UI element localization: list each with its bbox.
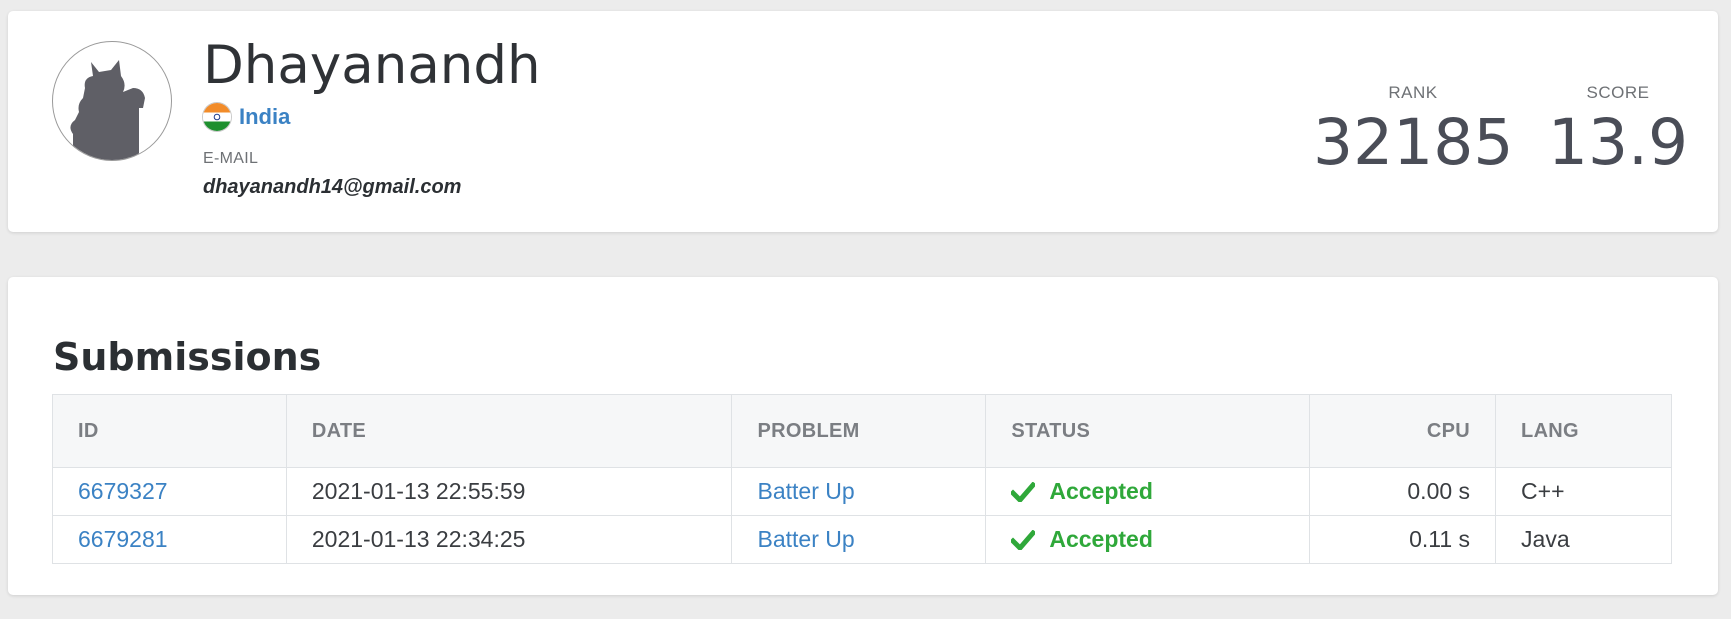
status-text: Accepted bbox=[1049, 478, 1153, 504]
email-value: dhayanandh14@gmail.com bbox=[203, 176, 462, 198]
checkmark-icon bbox=[1011, 529, 1036, 550]
column-header-problem[interactable]: PROBLEM bbox=[731, 394, 987, 468]
column-header-id[interactable]: ID bbox=[52, 394, 287, 468]
cat-silhouette-icon bbox=[70, 60, 145, 160]
cell-problem: Batter Up bbox=[731, 515, 987, 564]
submission-id-link[interactable]: 6679281 bbox=[78, 526, 168, 552]
checkmark-icon bbox=[1011, 481, 1036, 502]
cell-id: 6679281 bbox=[52, 515, 287, 564]
cell-date: 2021-01-13 22:34:25 bbox=[286, 515, 733, 564]
submissions-title: Submissions bbox=[53, 335, 322, 379]
profile-card: Dhayanandh India E-MAIL dhayanandh14@gma… bbox=[8, 11, 1718, 232]
cell-status: Accepted bbox=[985, 515, 1311, 564]
problem-link[interactable]: Batter Up bbox=[757, 526, 854, 552]
country-link[interactable]: India bbox=[239, 104, 290, 130]
submissions-card: Submissions ID DATE PROBLEM STATUS CPU L… bbox=[8, 277, 1718, 595]
problem-link[interactable]: Batter Up bbox=[757, 478, 854, 504]
rank-stat: RANK 32185 bbox=[1313, 83, 1513, 174]
cell-cpu: 0.00 s bbox=[1309, 467, 1497, 516]
score-label: SCORE bbox=[1586, 83, 1650, 102]
table-header-row: ID DATE PROBLEM STATUS CPU LANG bbox=[52, 394, 1672, 468]
status-badge: Accepted bbox=[1011, 526, 1284, 553]
column-header-status[interactable]: STATUS bbox=[985, 394, 1311, 468]
profile-name: Dhayanandh bbox=[203, 35, 541, 96]
cell-problem: Batter Up bbox=[731, 467, 987, 516]
column-header-cpu[interactable]: CPU bbox=[1309, 394, 1497, 468]
score-value: 13.9 bbox=[1547, 106, 1689, 179]
cell-lang: C++ bbox=[1495, 467, 1672, 516]
cell-date: 2021-01-13 22:55:59 bbox=[286, 467, 733, 516]
column-header-lang[interactable]: LANG bbox=[1496, 395, 1672, 468]
column-header-date[interactable]: DATE bbox=[286, 394, 733, 468]
cell-lang: Java bbox=[1495, 515, 1672, 564]
cell-cpu: 0.11 s bbox=[1309, 515, 1497, 564]
status-badge: Accepted bbox=[1011, 478, 1284, 505]
status-text: Accepted bbox=[1049, 526, 1153, 552]
rank-value: 32185 bbox=[1313, 106, 1514, 179]
cell-status: Accepted bbox=[985, 467, 1311, 516]
country: India bbox=[203, 102, 290, 132]
india-flag-icon bbox=[203, 103, 231, 131]
cell-id: 6679327 bbox=[52, 467, 287, 516]
table-row: 6679327 2021-01-13 22:55:59 Batter Up Ac… bbox=[52, 467, 1672, 516]
avatar bbox=[52, 41, 172, 161]
email-label: E-MAIL bbox=[203, 150, 259, 167]
rank-label: RANK bbox=[1388, 83, 1438, 102]
table-row: 6679281 2021-01-13 22:34:25 Batter Up Ac… bbox=[52, 515, 1672, 564]
submissions-table: ID DATE PROBLEM STATUS CPU LANG 6679327 … bbox=[52, 394, 1672, 564]
submission-id-link[interactable]: 6679327 bbox=[78, 478, 168, 504]
score-stat: SCORE 13.9 bbox=[1538, 83, 1698, 174]
